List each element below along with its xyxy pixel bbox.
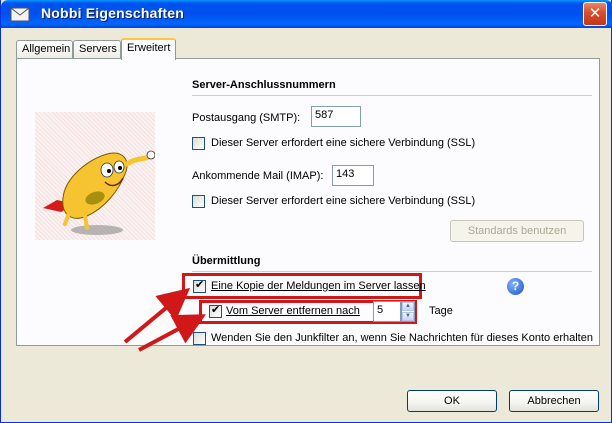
- annotation-arrows: [123, 287, 207, 352]
- cancel-button[interactable]: Abbrechen: [509, 390, 599, 412]
- properties-dialog: Nobbi Eigenschaften ✕ Allgemein Servers …: [0, 0, 612, 423]
- arrow-icon: [123, 287, 191, 344]
- ok-button[interactable]: OK: [407, 390, 497, 412]
- tab-erweitert[interactable]: Erweitert: [121, 38, 176, 60]
